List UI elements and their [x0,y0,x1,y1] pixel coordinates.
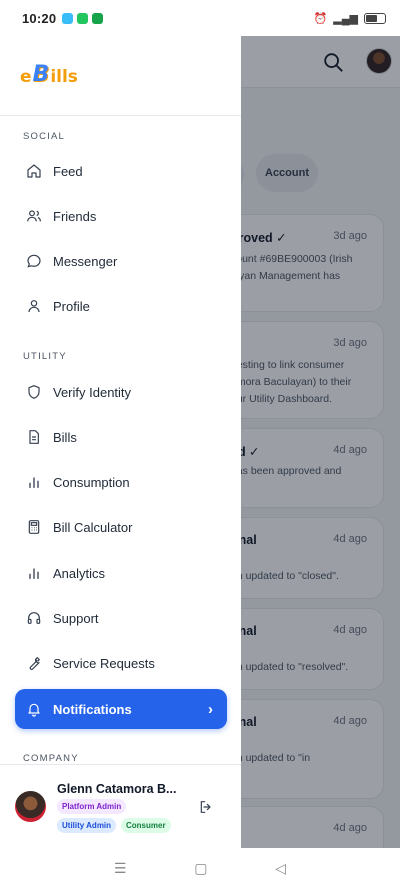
nav-item-label: Messenger [53,253,118,269]
role-badge-consumer: Consumer [121,818,171,833]
role-badge-utility-admin: Utility Admin [57,818,117,833]
home-button-icon[interactable]: ▢ [194,860,207,877]
nav-item-label: Bills [53,429,77,445]
nav-item-messenger[interactable]: Messenger [15,241,227,281]
avatar[interactable] [15,791,46,822]
nav-item-label: Bill Calculator [53,519,133,535]
menu-icon[interactable]: ☰ [114,860,127,877]
nav-item-label: Profile [53,298,90,314]
section-label-utility: UTILITY [23,351,67,362]
nav-item-analytics[interactable]: Analytics [15,553,227,593]
role-badge-platform-admin: Platform Admin [57,799,127,814]
logo-letter-e: e [20,67,32,87]
logo-letter-b: B [32,62,50,87]
back-icon[interactable]: ◁ [275,860,286,877]
nav-item-label: Verify Identity [53,384,132,400]
nav-item-label: Service Requests [53,655,155,671]
nav-item-verify-identity[interactable]: Verify Identity [15,372,227,412]
status-time: 10:20 [22,10,57,26]
nav-item-bills[interactable]: Bills [15,417,227,457]
system-navigation-bar: ☰ ▢ ◁ [0,848,400,889]
nav-item-label: Friends [53,208,97,224]
bar-chart-icon [26,474,42,490]
nav-item-label: Notifications [53,701,132,717]
headphones-icon [26,610,42,626]
user-name: Glenn Catamora B... [57,782,177,796]
navigation-drawer: e B ills SOCIAL Feed Friends Messenger P… [0,36,241,848]
signal-icon: ▂▄▆ [333,12,358,25]
user-icon [26,298,42,314]
nav-item-notifications[interactable]: Notifications › [15,689,227,729]
status-bar: 10:20 ⏰ ▂▄▆ [0,0,400,36]
drawer-header: e B ills [0,36,241,116]
nav-item-bill-calculator[interactable]: Bill Calculator [15,507,227,547]
nav-item-support[interactable]: Support [15,598,227,638]
nav-item-consumption[interactable]: Consumption [15,462,227,502]
bar-chart-icon [26,565,42,581]
notification-app-icon [77,12,89,24]
home-icon [26,163,42,179]
nav-item-friends[interactable]: Friends [15,196,227,236]
section-label-social: SOCIAL [23,131,66,142]
nav-item-feed[interactable]: Feed [15,151,227,191]
bell-icon [26,701,42,717]
users-icon [26,208,42,224]
chat-bubble-icon [26,253,42,269]
nav-item-profile[interactable]: Profile [15,286,227,326]
section-label-company: COMPANY [23,753,79,764]
nav-item-label: Consumption [53,474,130,490]
notification-app-icon [92,12,104,24]
status-system-icons: ⏰ ▂▄▆ [314,12,386,25]
nav-item-label: Analytics [53,565,106,581]
ebills-logo: e B ills [20,62,78,87]
user-panel: Glenn Catamora B... Platform Admin Utili… [0,764,241,848]
nav-item-label: Feed [53,163,83,179]
status-app-icons [62,12,104,24]
nav-item-label: Support [53,610,99,626]
nav-item-service-requests[interactable]: Service Requests [15,643,227,683]
logout-icon[interactable] [198,799,214,815]
wrench-icon [26,655,42,671]
calculator-icon [26,519,42,535]
notification-app-icon [62,12,74,24]
alarm-icon: ⏰ [313,12,328,25]
battery-icon [364,12,386,24]
shield-icon [26,384,42,400]
document-icon [26,429,42,445]
chevron-right-icon: › [208,700,213,718]
logo-text-ills: ills [50,67,78,87]
